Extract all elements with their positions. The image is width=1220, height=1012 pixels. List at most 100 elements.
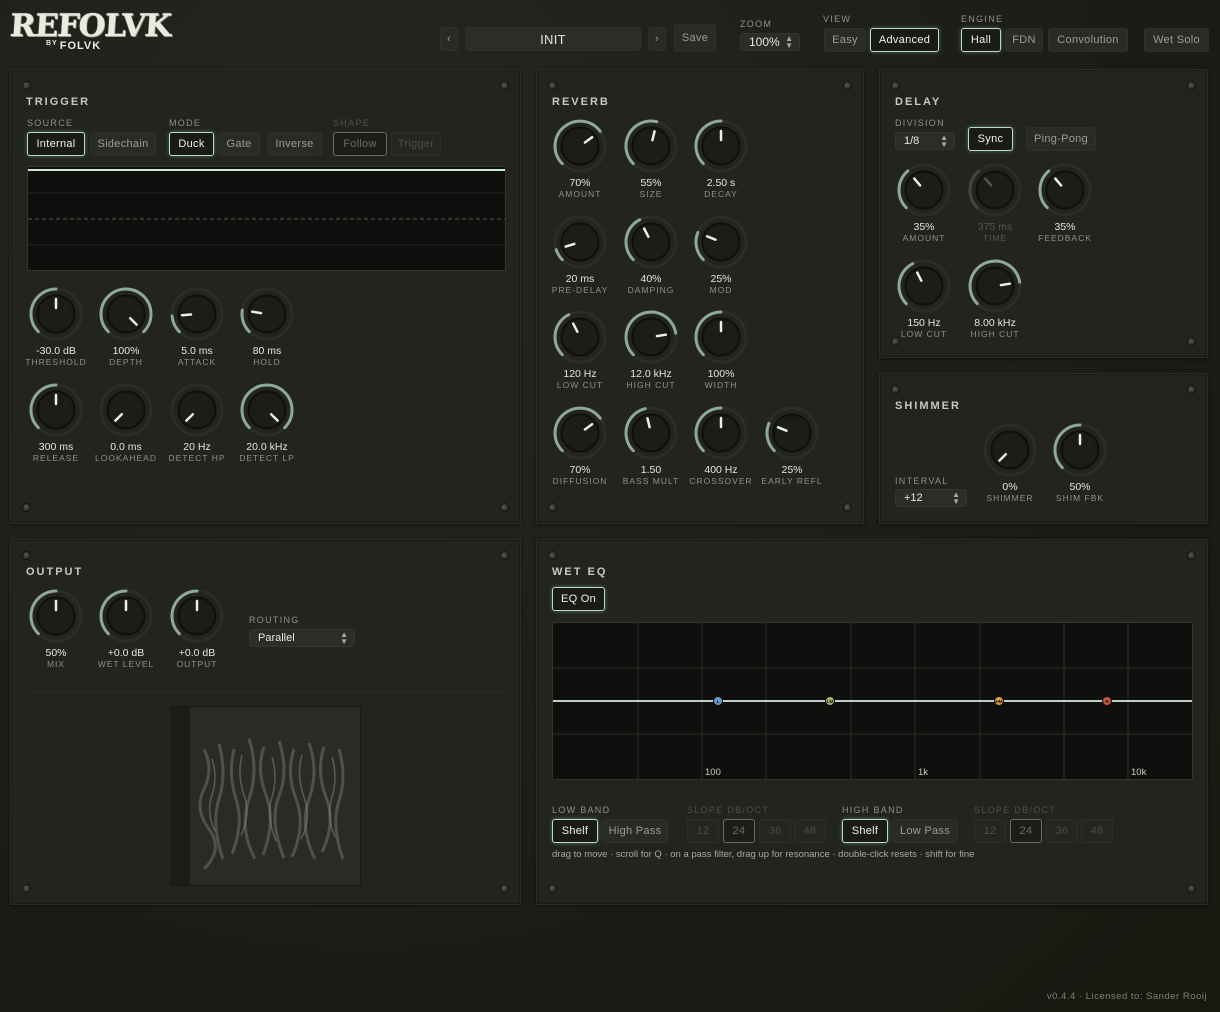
eq-hint-text: drag to move · scroll for Q · on a pass … — [552, 849, 975, 860]
knob-crossover[interactable]: 400 Hz CROSSOVER — [686, 405, 756, 495]
ping-pong-button[interactable]: Ping-Pong — [1026, 127, 1096, 151]
eq-freq-label-100: 100 — [705, 767, 721, 778]
eq-on-button[interactable]: EQ On — [552, 587, 605, 611]
sync-button[interactable]: Sync — [968, 127, 1013, 151]
low-slope-48-button[interactable]: 48 — [794, 819, 826, 843]
refolvk-logo: REFOLVK BY FOLVK — [9, 8, 172, 58]
wet-eq-panel: WET EQ EQ On L LM HM H 100 1k 10k LOW BAND … — [536, 539, 1208, 905]
prev-preset-button[interactable]: ‹ — [440, 27, 458, 51]
eq-band-handle-lm[interactable]: LM — [825, 696, 835, 706]
high-slope-36-button[interactable]: 36 — [1046, 819, 1078, 843]
high-slope-24-button[interactable]: 24 — [1010, 819, 1042, 843]
knob-dial-graphic — [968, 259, 1022, 313]
knob-dial-graphic — [1038, 163, 1092, 217]
artwork-image — [171, 706, 361, 886]
knob-dial-graphic — [553, 119, 607, 173]
knob-value: 50% — [1069, 481, 1091, 493]
knob-dial-graphic — [170, 287, 224, 341]
knob-dial-graphic — [99, 383, 153, 437]
knob-label: OUTPUT — [176, 659, 218, 669]
low-band-shelf-button[interactable]: Shelf — [552, 819, 598, 843]
high-slope-48-button[interactable]: 48 — [1081, 819, 1113, 843]
low-slope-24-button[interactable]: 24 — [723, 819, 755, 843]
eq-graph-display[interactable]: L LM HM H 100 1k 10k — [552, 622, 1193, 780]
eq-freq-label-10k: 10k — [1131, 767, 1147, 778]
knob-label: DECAY — [704, 189, 738, 199]
knob-value: 100% — [707, 368, 735, 380]
mode-inverse-button[interactable]: Inverse — [267, 132, 322, 156]
shape-follow-button[interactable]: Follow — [333, 132, 387, 156]
low-band-high-pass-button[interactable]: High Pass — [602, 819, 668, 843]
knob-dial-graphic — [694, 310, 748, 364]
knob-amount[interactable]: 35% AMOUNT — [889, 162, 959, 252]
eq-band-handle-h[interactable]: H — [1102, 696, 1112, 706]
low-slope-12-button[interactable]: 12 — [687, 819, 719, 843]
knob-dial-graphic — [170, 589, 224, 643]
source-sidechain-button[interactable]: Sidechain — [90, 132, 156, 156]
knob-low-cut[interactable]: 150 Hz LOW CUT — [889, 258, 959, 348]
knob-decay[interactable]: 2.50 s DECAY — [686, 118, 756, 208]
preset-name-display[interactable]: INIT — [465, 27, 641, 51]
engine-hall-button[interactable]: Hall — [961, 28, 1001, 52]
high-slope-12-button[interactable]: 12 — [974, 819, 1006, 843]
division-select[interactable]: 1/8 ▲ ▼ — [895, 132, 955, 150]
knob-low-cut[interactable]: 120 Hz LOW CUT — [545, 309, 615, 399]
engine-fdn-button[interactable]: FDN — [1005, 28, 1043, 52]
knob-dial-graphic — [624, 310, 678, 364]
view-easy-button[interactable]: Easy — [824, 28, 866, 52]
knob-diffusion[interactable]: 70% DIFFUSION — [545, 405, 615, 495]
low-slope-36-button[interactable]: 36 — [759, 819, 791, 843]
knob-dial-graphic — [1053, 423, 1107, 477]
zoom-label: ZOOM — [740, 19, 773, 29]
knob-label: DETECT LP — [239, 453, 295, 463]
knob-label: HIGH CUT — [970, 329, 1020, 339]
zoom-select[interactable]: 100% ▲ ▼ — [740, 33, 800, 51]
eq-band-handle-l[interactable]: L — [713, 696, 723, 706]
reverb-title: REVERB — [552, 96, 610, 108]
knob-dial-graphic — [624, 119, 678, 173]
knob-shim-fbk[interactable]: 50% SHIM FBK — [1045, 422, 1115, 512]
high-band-shelf-button[interactable]: Shelf — [842, 819, 888, 843]
knob-early-refl[interactable]: 25% EARLY REFL — [757, 405, 827, 495]
view-advanced-button[interactable]: Advanced — [870, 28, 939, 52]
knob-pre-delay[interactable]: 20 ms PRE-DELAY — [545, 214, 615, 304]
knob-lookahead[interactable]: 0.0 ms LOOKAHEAD — [91, 382, 161, 472]
mode-gate-button[interactable]: Gate — [218, 132, 260, 156]
chevron-updown-icon: ▲ ▼ — [340, 630, 348, 646]
knob-detect-lp[interactable]: 20.0 kHz DETECT LP — [232, 382, 302, 472]
eq-curve-graph[interactable]: L LM HM H — [553, 623, 1192, 779]
high-band-low-pass-button[interactable]: Low Pass — [892, 819, 958, 843]
knob-width[interactable]: 100% WIDTH — [686, 309, 756, 399]
high-slope-label: SLOPE DB/OCT — [974, 805, 1057, 815]
mode-duck-button[interactable]: Duck — [169, 132, 214, 156]
knob-mod[interactable]: 25% MOD — [686, 214, 756, 304]
division-value: 1/8 — [904, 135, 920, 147]
wet-solo-button[interactable]: Wet Solo — [1144, 28, 1209, 52]
source-internal-button[interactable]: Internal — [27, 132, 85, 156]
knob-wet-level[interactable]: +0.0 dB WET LEVEL — [91, 588, 161, 678]
brand-maker-name: FOLVK — [59, 40, 102, 52]
artwork-graphic — [198, 738, 345, 871]
knob-depth[interactable]: 100% DEPTH — [91, 286, 161, 376]
next-preset-button[interactable]: › — [648, 27, 666, 51]
engine-convolution-button[interactable]: Convolution — [1048, 28, 1128, 52]
knob-high-cut[interactable]: 8.00 kHz HIGH CUT — [960, 258, 1030, 348]
knob-value: 8.00 kHz — [974, 317, 1016, 329]
svg-text:L: L — [717, 699, 720, 704]
brand-by: BY — [46, 40, 58, 47]
knob-hold[interactable]: 80 ms HOLD — [232, 286, 302, 376]
eq-band-handle-hm[interactable]: HM — [994, 696, 1004, 706]
knob-value: 25% — [781, 464, 803, 476]
knob-value: 2.50 s — [706, 177, 736, 189]
interval-select[interactable]: +12 ▲ ▼ — [895, 489, 967, 507]
knob-feedback[interactable]: 35% FEEDBACK — [1030, 162, 1100, 252]
routing-select[interactable]: Parallel ▲ ▼ — [249, 629, 355, 647]
knob-amount[interactable]: 70% AMOUNT — [545, 118, 615, 208]
save-button[interactable]: Save — [674, 24, 716, 52]
shimmer-title: SHIMMER — [895, 400, 961, 412]
low-band-label: LOW BAND — [552, 805, 611, 815]
shape-trigger-button[interactable]: Trigger — [391, 132, 441, 156]
knob-output[interactable]: +0.0 dB OUTPUT — [162, 588, 232, 678]
chevron-updown-icon: ▲ ▼ — [952, 490, 960, 506]
knob-dial-graphic — [694, 215, 748, 269]
